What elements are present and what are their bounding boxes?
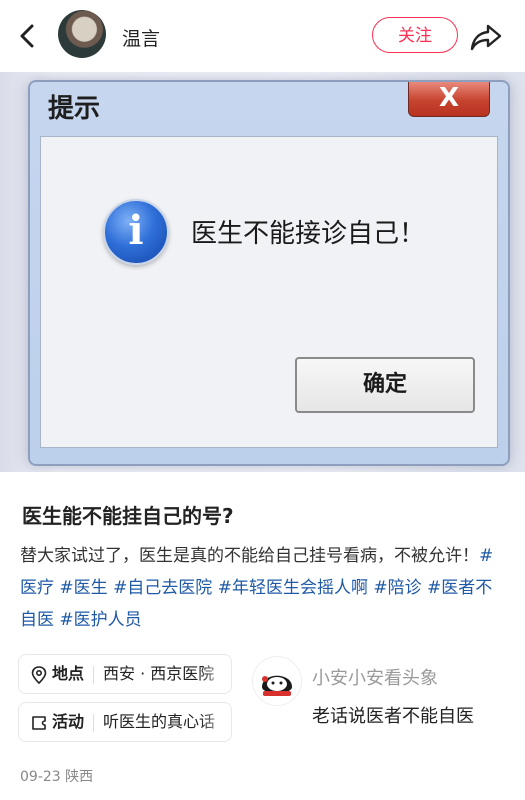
- fade-overlay: [201, 703, 231, 741]
- hashtag[interactable]: #年轻医生会摇人啊: [218, 578, 368, 598]
- share-icon[interactable]: [468, 18, 504, 54]
- post-description: 替大家试过了，医生是真的不能给自己挂号看病，不被允许！#医疗 #医生 #自己去医…: [20, 540, 505, 636]
- username[interactable]: 温言: [122, 24, 160, 51]
- divider: [93, 713, 95, 732]
- related-avatar[interactable]: [252, 656, 302, 706]
- hashtag[interactable]: #陪诊: [373, 578, 421, 598]
- activity-value: 听医生的真心话: [103, 712, 216, 731]
- dialog-close-button: X: [408, 82, 490, 117]
- post-body-text: 替大家试过了，医生是真的不能给自己挂号看病，不被允许！: [20, 546, 479, 566]
- hashtag[interactable]: #自己去医院: [113, 578, 212, 598]
- activity-chip[interactable]: 活动 听医生的真心话: [18, 702, 232, 742]
- post-title: 医生能不能挂自己的号?: [22, 504, 234, 528]
- hashtag[interactable]: #医护人员: [59, 610, 141, 630]
- post-image[interactable]: 提示 X i 医生不能接诊自己！ 确定: [0, 72, 525, 472]
- activity-icon: [32, 715, 46, 730]
- related-card-subtitle[interactable]: 老话说医者不能自医: [312, 702, 474, 728]
- dialog-title: 提示: [48, 94, 101, 124]
- location-value: 西安 · 西京医院: [103, 664, 215, 683]
- info-icon: i: [103, 199, 169, 265]
- dialog-ok-button: 确定: [295, 357, 475, 413]
- hashtag[interactable]: #医生: [59, 578, 107, 598]
- location-pin-icon: [31, 665, 47, 684]
- location-chip[interactable]: 地点 西安 · 西京医院: [18, 654, 232, 694]
- dialog-message: 医生不能接诊自己！: [191, 219, 426, 249]
- dialog-window: 提示 X i 医生不能接诊自己！ 确定: [28, 80, 510, 466]
- back-arrow-icon[interactable]: [10, 18, 46, 54]
- dialog-body: i 医生不能接诊自己！ 确定: [40, 136, 498, 448]
- post-meta: 09-23 陕西: [20, 769, 94, 785]
- activity-label: 活动: [52, 712, 85, 731]
- location-label: 地点: [52, 664, 85, 683]
- follow-button[interactable]: 关注: [372, 17, 458, 53]
- avatar[interactable]: [58, 10, 106, 58]
- divider: [93, 665, 95, 684]
- related-card-title[interactable]: 小安小安看头象: [312, 664, 438, 690]
- fade-overlay: [201, 655, 231, 693]
- post-header: 温言 关注: [0, 0, 525, 72]
